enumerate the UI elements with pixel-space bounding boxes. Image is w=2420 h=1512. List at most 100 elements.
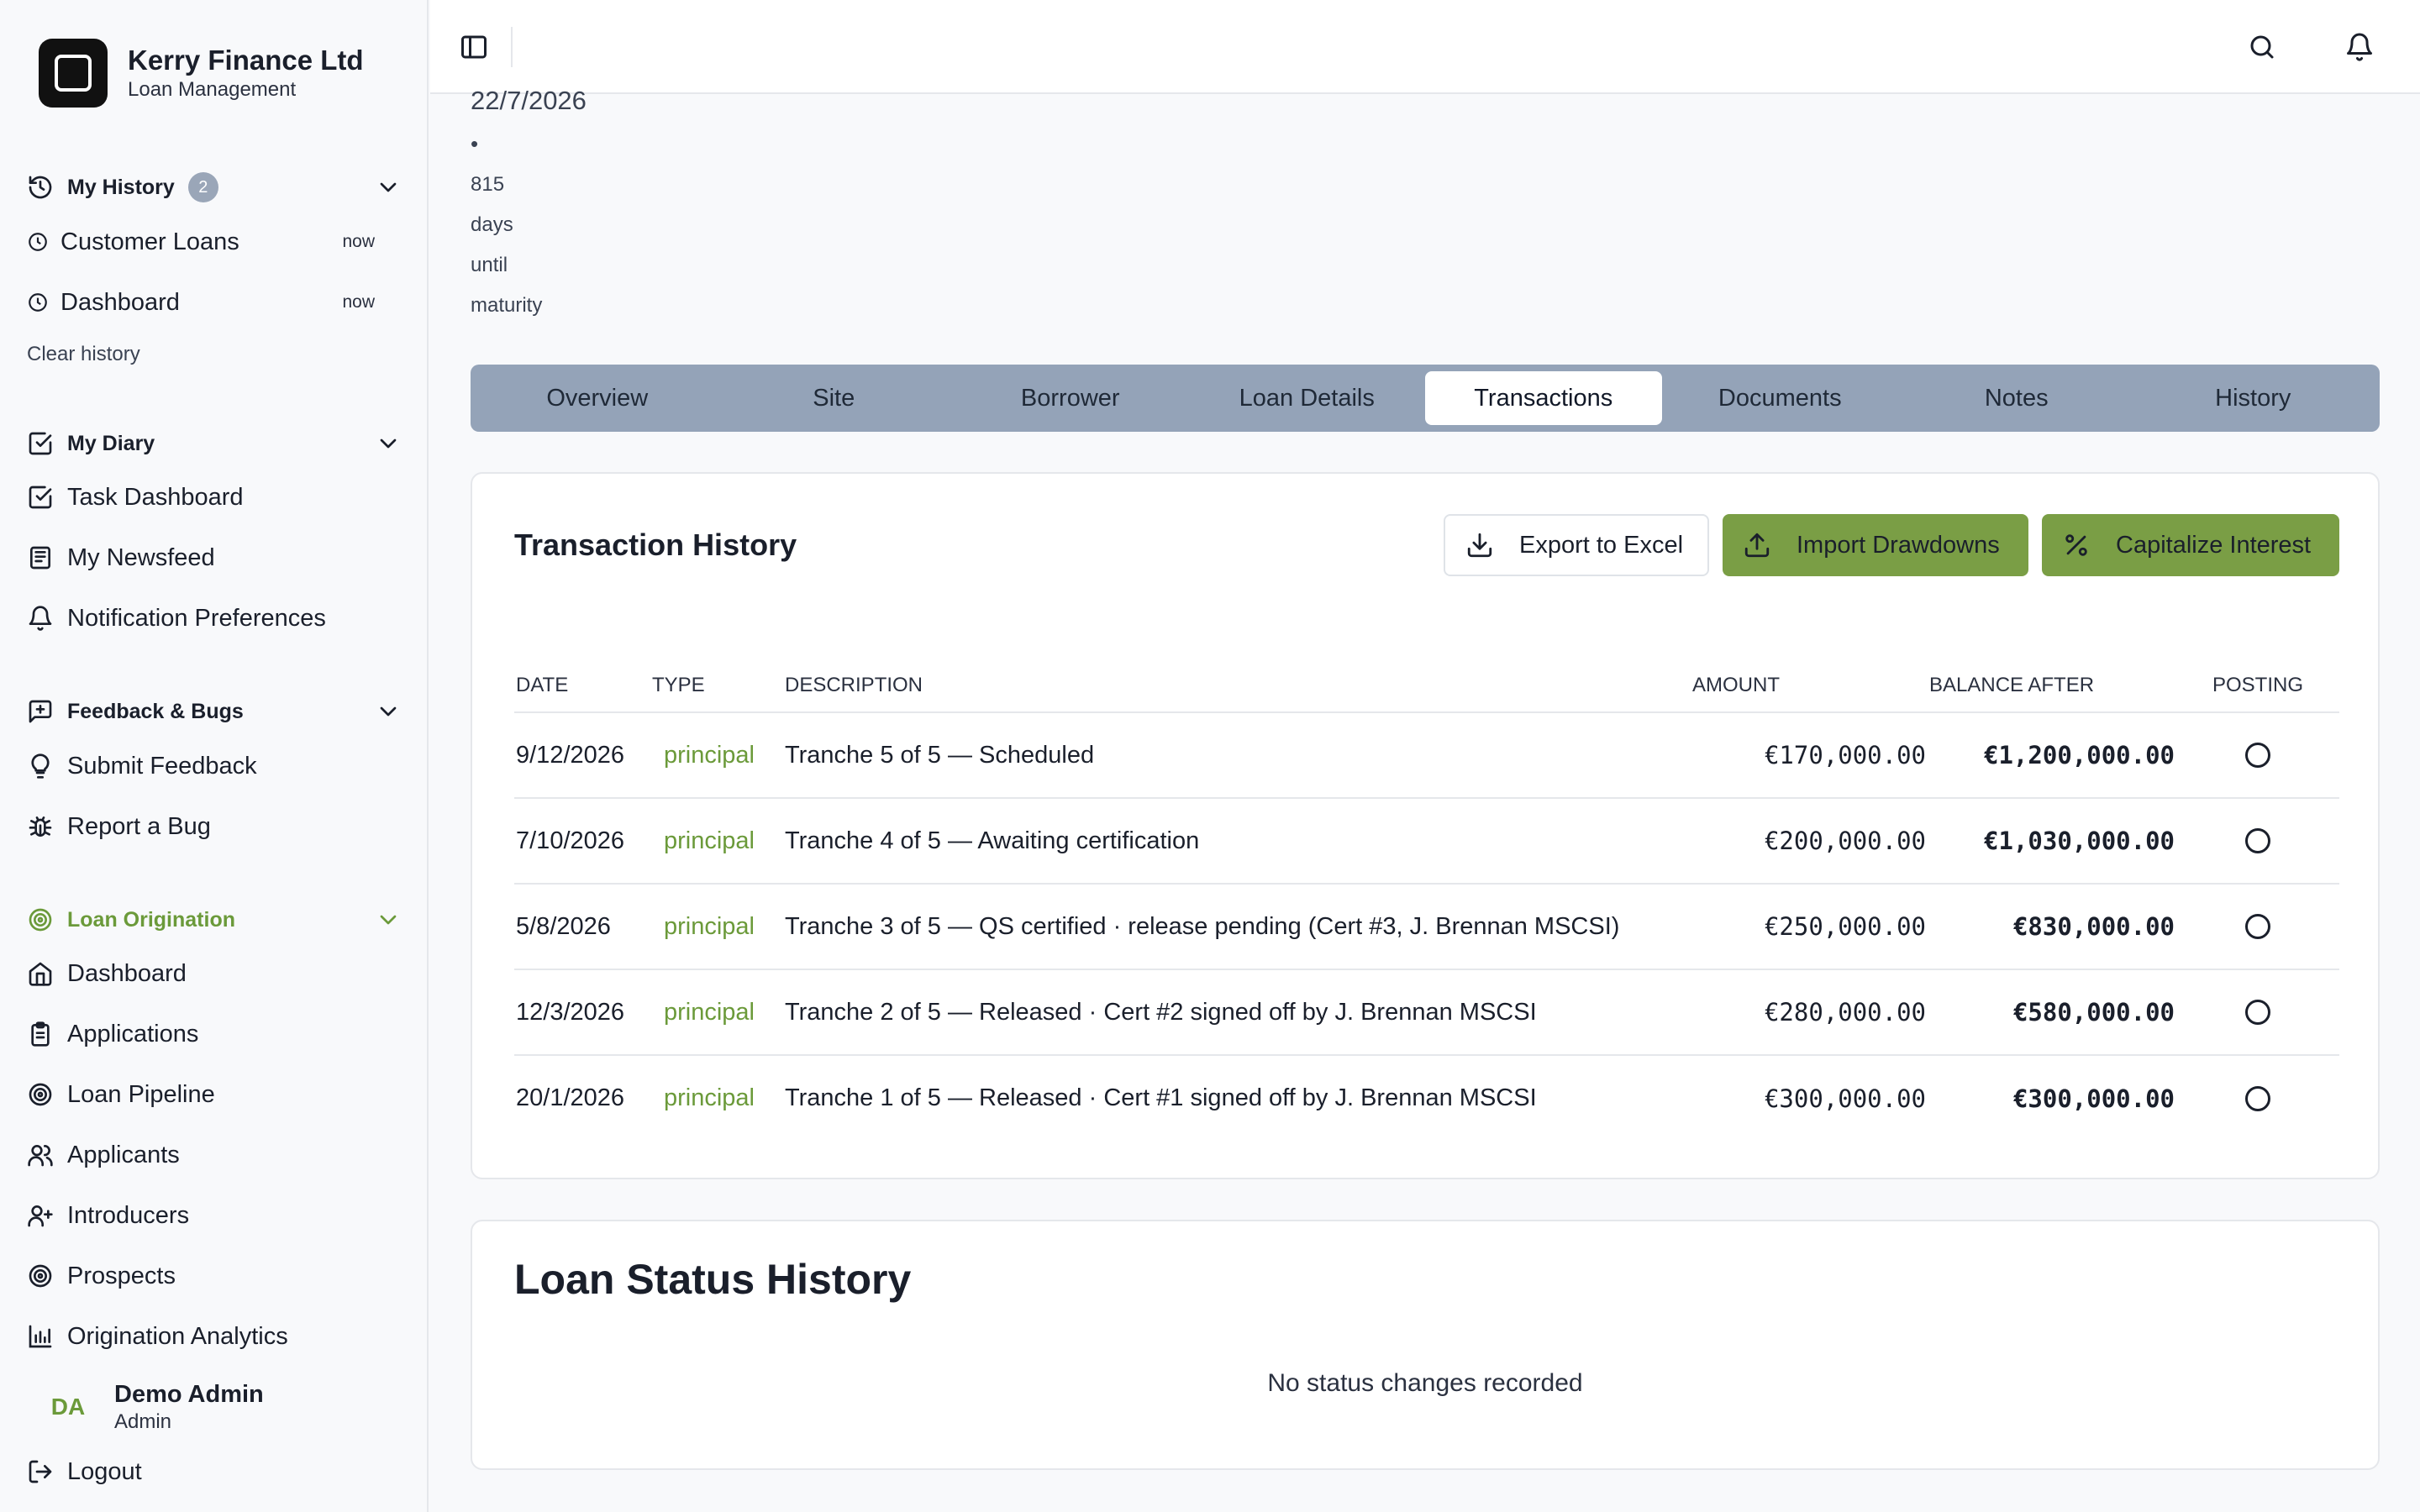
search-icon[interactable] (2247, 32, 2277, 62)
cell-date: 7/10/2026 (514, 798, 650, 885)
tab-site[interactable]: Site (716, 371, 953, 425)
target-icon (27, 1081, 54, 1108)
posting-status-circle-icon[interactable] (2245, 1085, 2270, 1111)
cell-balance-after: €300,000.00 (2012, 1084, 2175, 1113)
section-my-history[interactable]: My History 2 (27, 171, 402, 204)
logout-icon (27, 1458, 54, 1485)
sidebar-item-applications[interactable]: Applications (27, 1011, 402, 1058)
history-item-label: Dashboard (60, 288, 180, 316)
cell-type: principal (664, 1084, 755, 1111)
tab-documents[interactable]: Documents (1662, 371, 1899, 425)
sidebar-item-report-bug[interactable]: Report a Bug (27, 803, 402, 850)
sidebar-item-introducers[interactable]: Introducers (27, 1192, 402, 1239)
sidebar-item-label: Report a Bug (67, 812, 211, 840)
brand-name: Kerry Finance Ltd (128, 45, 364, 76)
table-row[interactable]: 12/3/2026 principal Tranche 2 of 5 — Rel… (514, 969, 2339, 1056)
tab-overview[interactable]: Overview (479, 371, 716, 425)
history-icon (27, 174, 54, 201)
sidebar-item-label: Loan Pipeline (67, 1080, 215, 1108)
cell-posting (2176, 712, 2339, 799)
square-check-icon (27, 484, 54, 511)
section-label: My History (67, 175, 175, 199)
table-row[interactable]: 9/12/2026 principal Tranche 5 of 5 — Sch… (514, 712, 2339, 799)
brand-subtitle: Loan Management (128, 78, 297, 101)
sidebar-toggle-icon[interactable] (459, 32, 489, 62)
logout-button[interactable]: Logout (27, 1448, 402, 1495)
upload-icon (1743, 531, 1771, 559)
import-drawdowns-button[interactable]: Import Drawdowns (1723, 514, 2028, 576)
button-label: Import Drawdowns (1797, 531, 2000, 559)
sidebar-item-submit-feedback[interactable]: Submit Feedback (27, 743, 402, 790)
sidebar-item-label: Prospects (67, 1262, 176, 1289)
transactions-table: DATE TYPE DESCRIPTION AMOUNT BALANCE AFT… (514, 659, 2339, 1141)
cell-date: 9/12/2026 (514, 712, 650, 799)
table-row[interactable]: 20/1/2026 principal Tranche 1 of 5 — Rel… (514, 1055, 2339, 1141)
sidebar-item-dashboard[interactable]: Dashboard (27, 950, 402, 997)
clock-icon (27, 291, 49, 313)
posting-status-circle-icon[interactable] (2245, 1000, 2270, 1025)
cell-posting (2176, 798, 2339, 885)
bell-icon[interactable] (2344, 32, 2375, 62)
toolbar-divider (511, 27, 513, 67)
sidebar-item-notification-preferences[interactable]: Notification Preferences (27, 595, 402, 642)
user-profile[interactable]: DA Demo Admin Admin (39, 1378, 264, 1436)
sidebar-item-loan-pipeline[interactable]: Loan Pipeline (27, 1071, 402, 1118)
target-icon (27, 906, 54, 933)
tab-borrower[interactable]: Borrower (952, 371, 1189, 425)
column-header-amount[interactable]: AMOUNT (1691, 659, 1928, 713)
top-bar (430, 0, 2420, 94)
column-header-posting[interactable]: POSTING (2176, 659, 2339, 713)
posting-status-circle-icon[interactable] (2245, 743, 2270, 768)
bar-chart-icon (27, 1323, 54, 1350)
cell-date: 12/3/2026 (514, 969, 650, 1056)
bug-icon (27, 813, 54, 840)
posting-status-circle-icon[interactable] (2245, 914, 2270, 939)
posting-status-circle-icon[interactable] (2245, 828, 2270, 853)
sidebar-item-label: Introducers (67, 1201, 190, 1229)
export-to-excel-button[interactable]: Export to Excel (1444, 514, 1709, 576)
section-my-diary[interactable]: My Diary (27, 427, 402, 460)
brand[interactable]: Kerry Finance Ltd Loan Management (39, 39, 364, 108)
sidebar-item-label: Applications (67, 1020, 199, 1047)
chevron-down-icon[interactable] (375, 430, 402, 457)
table-row[interactable]: 5/8/2026 principal Tranche 3 of 5 — QS c… (514, 884, 2339, 970)
sidebar-item-prospects[interactable]: Prospects (27, 1252, 402, 1299)
history-item-label: Customer Loans (60, 228, 239, 255)
card-title: Transaction History (514, 528, 797, 562)
sidebar-item-my-newsfeed[interactable]: My Newsfeed (27, 534, 402, 581)
column-header-date[interactable]: DATE (514, 659, 650, 713)
maturity-date: 22/7/2026 (471, 86, 587, 115)
users-icon (27, 1142, 54, 1168)
chevron-down-icon[interactable] (375, 698, 402, 725)
chevron-down-icon[interactable] (375, 174, 402, 201)
sidebar-item-task-dashboard[interactable]: Task Dashboard (27, 474, 402, 521)
target-icon (27, 1263, 54, 1289)
logout-label: Logout (67, 1457, 142, 1485)
clear-history-link[interactable]: Clear history (27, 343, 140, 366)
tab-loan-details[interactable]: Loan Details (1189, 371, 1426, 425)
sidebar-item-origination-analytics[interactable]: Origination Analytics (27, 1313, 402, 1360)
table-row[interactable]: 7/10/2026 principal Tranche 4 of 5 — Awa… (514, 798, 2339, 885)
avatar: DA (50, 1394, 86, 1420)
tab-history[interactable]: History (2135, 371, 2372, 425)
chevron-down-icon[interactable] (375, 906, 402, 933)
download-icon (1465, 531, 1494, 559)
cell-type: principal (650, 884, 783, 970)
cell-description: Tranche 2 of 5 — Released · Cert #2 sign… (783, 969, 1691, 1056)
history-item-customer-loans[interactable]: Customer Loans now (27, 218, 402, 265)
section-feedback-bugs[interactable]: Feedback & Bugs (27, 695, 402, 728)
tab-transactions[interactable]: Transactions (1425, 371, 1662, 425)
column-header-description[interactable]: DESCRIPTION (783, 659, 1691, 713)
cell-description: Tranche 4 of 5 — Awaiting certification (783, 798, 1691, 885)
column-header-type[interactable]: TYPE (650, 659, 783, 713)
cell-description: Tranche 3 of 5 — QS certified · release … (783, 884, 1691, 970)
tab-notes[interactable]: Notes (1898, 371, 2135, 425)
button-label: Capitalize Interest (2116, 531, 2312, 559)
sidebar-item-applicants[interactable]: Applicants (27, 1131, 402, 1179)
history-item-dashboard[interactable]: Dashboard now (27, 279, 402, 326)
section-loan-origination[interactable]: Loan Origination (27, 903, 402, 937)
column-header-balance-after[interactable]: BALANCE AFTER (1928, 659, 2176, 713)
table-header-row: DATE TYPE DESCRIPTION AMOUNT BALANCE AFT… (514, 659, 2339, 713)
capitalize-interest-button[interactable]: Capitalize Interest (2042, 514, 2339, 576)
card-title: Loan Status History (514, 1256, 912, 1303)
